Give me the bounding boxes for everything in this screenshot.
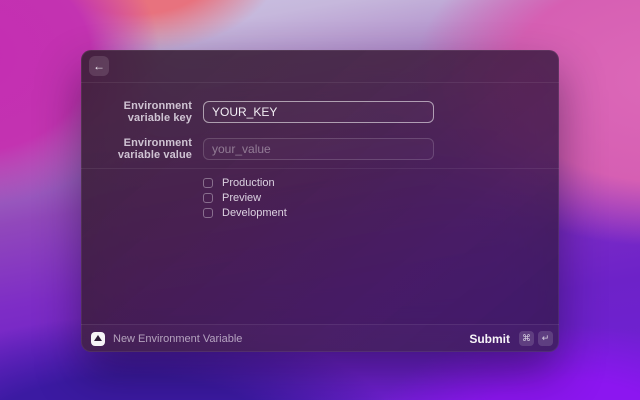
back-button[interactable]: ← [89,56,109,76]
env-key-label: Environment variable key [123,100,192,124]
vercel-icon [91,331,105,346]
form-row-value: Environment variable value [81,137,559,161]
checkbox-row-preview[interactable]: Preview [203,190,559,205]
desktop-wallpaper: ← Environment variable key Environment v… [0,0,640,400]
new-environment-variable-window: ← Environment variable key Environment v… [81,50,559,352]
triangle-glyph [94,335,102,341]
checkbox-icon [203,177,213,188]
env-key-input[interactable] [203,101,434,123]
checkbox-icon [203,207,213,218]
env-value-input[interactable] [203,138,434,160]
window-header: ← [81,50,559,83]
form-row-key: Environment variable key [81,100,559,124]
checkbox-row-production[interactable]: Production [203,175,559,190]
env-value-label: Environment variable value [117,137,192,161]
return-key-icon: ↵ [538,331,553,346]
checkbox-label: Production [222,176,275,189]
back-arrow-icon: ← [93,59,105,73]
environment-checkbox-group: Production Preview Development [81,169,559,220]
checkbox-row-development[interactable]: Development [203,205,559,220]
checkbox-label: Preview [222,191,262,204]
command-title: New Environment Variable [113,332,243,345]
command-key-icon: ⌘ [519,331,534,346]
window-footer: New Environment Variable Submit ⌘ ↵ [81,324,559,352]
footer-actions: Submit ⌘ ↵ [469,331,553,346]
checkbox-label: Development [222,206,287,219]
env-variable-form: Environment variable key Environment var… [81,83,559,324]
checkbox-icon [203,192,213,203]
submit-button[interactable]: Submit [469,332,510,346]
